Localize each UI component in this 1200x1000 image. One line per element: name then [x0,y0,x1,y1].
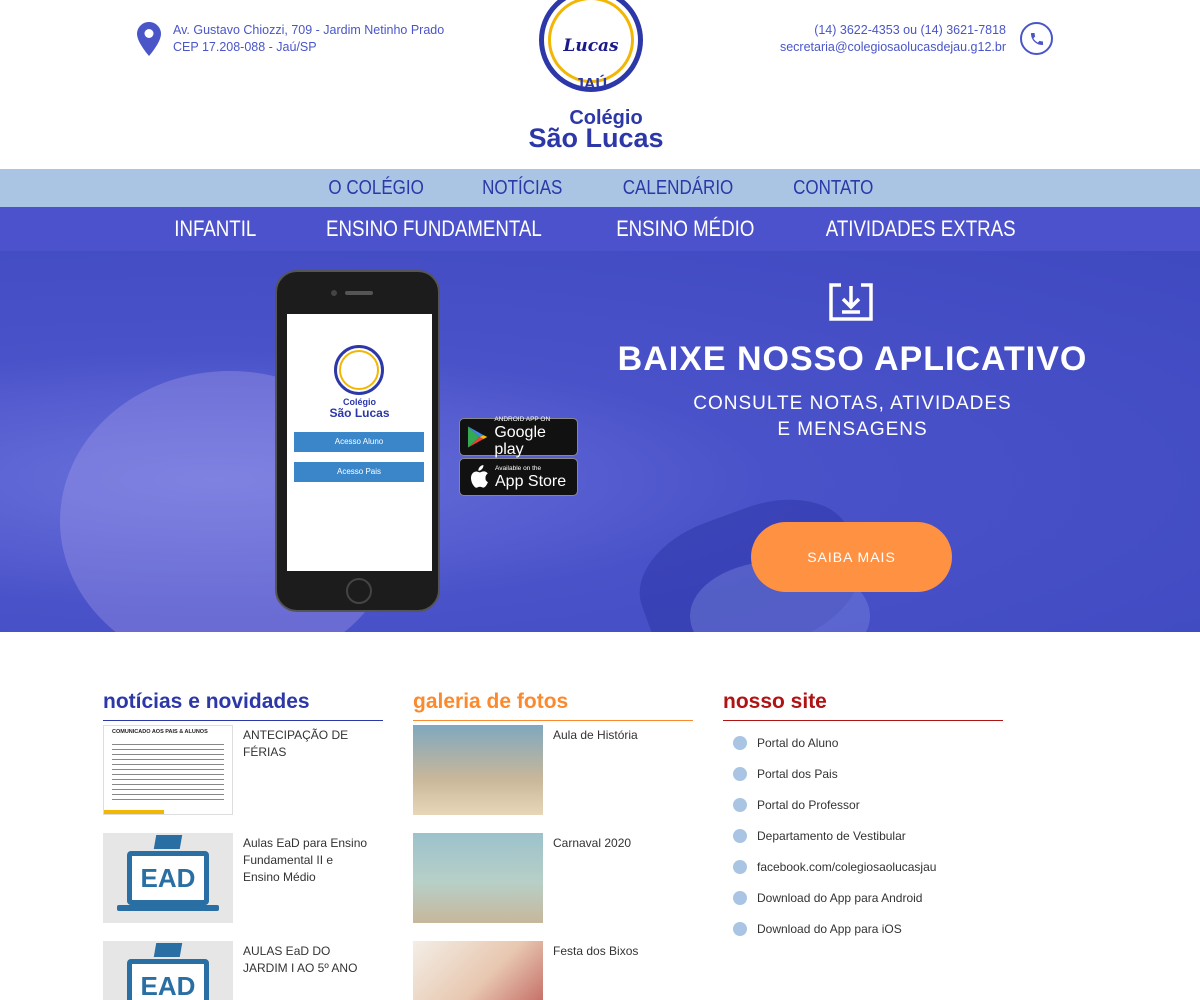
banner-subtitle: CONSULTE NOTAS, ATIVIDADES E MENSAGENS [693,393,1012,440]
logo-sao-lucas: São Lucas [528,123,664,153]
app-logo-icon [334,345,384,395]
address-text: Av. Gustavo Chiozzi, 709 - Jardim Netinh… [173,22,444,56]
site-heading: nosso site [723,690,1003,721]
bullet-icon [733,921,747,936]
secondary-nav: INFANTIL ENSINO FUNDAMENTAL ENSINO MÉDIO… [0,207,1200,251]
saiba-mais-button[interactable]: SAIBA MAIS [751,522,952,592]
link-vestibular[interactable]: Departamento de Vestibular [723,820,1003,851]
gallery-heading: galeria de fotos [413,690,693,721]
laptop-icon: EAD [127,851,209,905]
gallery-photo[interactable] [413,725,543,815]
bullet-icon [733,828,747,843]
news-title[interactable]: Aulas EaD para Ensino Fundamental II e E… [243,833,373,941]
news-title[interactable]: AULAS EaD DO JARDIM I AO 5º ANO [243,941,373,1000]
gallery-section: galeria de fotos Aula de História Carnav… [413,690,693,1000]
phone-icon[interactable] [1020,22,1053,55]
news-section: notícias e novidades COMUNICADO AOS PAIS… [103,690,383,1000]
site-header: Av. Gustavo Chiozzi, 709 - Jardim Netinh… [0,0,1200,169]
download-icon [829,283,873,321]
gallery-photo[interactable] [413,941,543,1000]
news-thumbnail[interactable]: COMUNICADO AOS PAIS & ALUNOS [103,725,233,815]
bullet-icon [733,890,747,905]
apple-icon [470,465,488,488]
app-store-badge[interactable]: Available on the App Store [459,458,578,496]
nav-o-colegio[interactable]: O COLÉGIO [328,177,423,200]
gallery-title[interactable]: Carnaval 2020 [553,833,683,941]
gallery-title[interactable]: Aula de História [553,725,683,833]
nav-noticias[interactable]: NOTÍCIAS [482,177,562,200]
nav-ensino-fundamental[interactable]: ENSINO FUNDAMENTAL [326,216,542,242]
gallery-item[interactable]: Festa dos Bixos [413,941,693,1000]
link-portal-pais[interactable]: Portal dos Pais [723,758,1003,789]
site-links-section: nosso site Portal do Aluno Portal dos Pa… [723,690,1003,944]
phone-numbers: (14) 3622-4353 ou (14) 3621-7818 [814,23,1006,37]
link-portal-professor[interactable]: Portal do Professor [723,789,1003,820]
nav-infantil[interactable]: INFANTIL [175,216,257,242]
laptop-icon: EAD [127,959,209,1000]
phone-home-button [346,578,372,604]
address-block: Av. Gustavo Chiozzi, 709 - Jardim Netinh… [137,22,444,56]
news-thumbnail[interactable]: EAD [103,833,233,923]
link-portal-aluno[interactable]: Portal do Aluno [723,727,1003,758]
phone-screen: Colégio São Lucas Acesso Aluno Acesso Pa… [287,314,432,571]
nav-ensino-medio[interactable]: ENSINO MÉDIO [616,216,754,242]
bullet-icon [733,735,747,750]
primary-nav: O COLÉGIO NOTÍCIAS CALENDÁRIO CONTATO [0,169,1200,207]
news-item[interactable]: COMUNICADO AOS PAIS & ALUNOS ANTECIPAÇÃO… [103,725,383,833]
nav-calendario[interactable]: CALENDÁRIO [622,177,733,200]
graduation-cap-icon [153,943,183,957]
address-line1: Av. Gustavo Chiozzi, 709 - Jardim Netinh… [173,23,445,37]
nav-contato[interactable]: CONTATO [793,177,873,200]
news-thumbnail[interactable]: EAD [103,941,233,1000]
gallery-photo[interactable] [413,833,543,923]
graduation-cap-icon [153,835,183,849]
gallery-item[interactable]: Aula de História [413,725,693,833]
app-banner: Colégio São Lucas Acesso Aluno Acesso Pa… [0,251,1200,632]
app-acesso-aluno-button: Acesso Aluno [294,432,424,452]
logo-city: JAÚ [574,76,607,93]
link-app-ios[interactable]: Download do App para iOS [723,913,1003,944]
site-links-list: Portal do Aluno Portal dos Pais Portal d… [723,725,1003,944]
banner-title: BAIXE NOSSO APLICATIVO [617,340,1088,378]
contact-block: (14) 3622-4353 ou (14) 3621-7818 secreta… [780,22,1053,56]
bullet-icon [733,766,747,781]
google-play-icon [467,426,488,448]
bullet-icon [733,859,747,874]
gallery-item[interactable]: Carnaval 2020 [413,833,693,941]
news-title[interactable]: ANTECIPAÇÃO DE FÉRIAS [243,725,373,833]
app-logo-sao-lucas: São Lucas [329,406,390,420]
address-line2: CEP 17.208-088 - Jaú/SP [173,40,317,54]
app-acesso-pais-button: Acesso Pais [294,462,424,482]
email-link[interactable]: secretaria@colegiosaolucasdejau.g12.br [780,39,1006,56]
gallery-title[interactable]: Festa dos Bixos [553,941,683,1000]
map-pin-icon [137,22,161,56]
news-heading: notícias e novidades [103,690,383,721]
news-item[interactable]: EAD Aulas EaD para Ensino Fundamental II… [103,833,383,941]
logo-lucas-text: Lucas [563,36,619,56]
news-item[interactable]: EAD AULAS EaD DO JARDIM I AO 5º ANO [103,941,383,1000]
link-facebook[interactable]: facebook.com/colegiosaolucasjau [723,851,1003,882]
nav-atividades-extras[interactable]: ATIVIDADES EXTRAS [826,216,1016,242]
phone-mockup: Colégio São Lucas Acesso Aluno Acesso Pa… [275,270,440,612]
bullet-icon [733,797,747,812]
link-app-android[interactable]: Download do App para Android [723,882,1003,913]
school-logo[interactable]: Lucas JAÚ Colégio São Lucas [511,0,681,160]
google-play-badge[interactable]: ANDROID APP ON Google play [459,416,578,458]
